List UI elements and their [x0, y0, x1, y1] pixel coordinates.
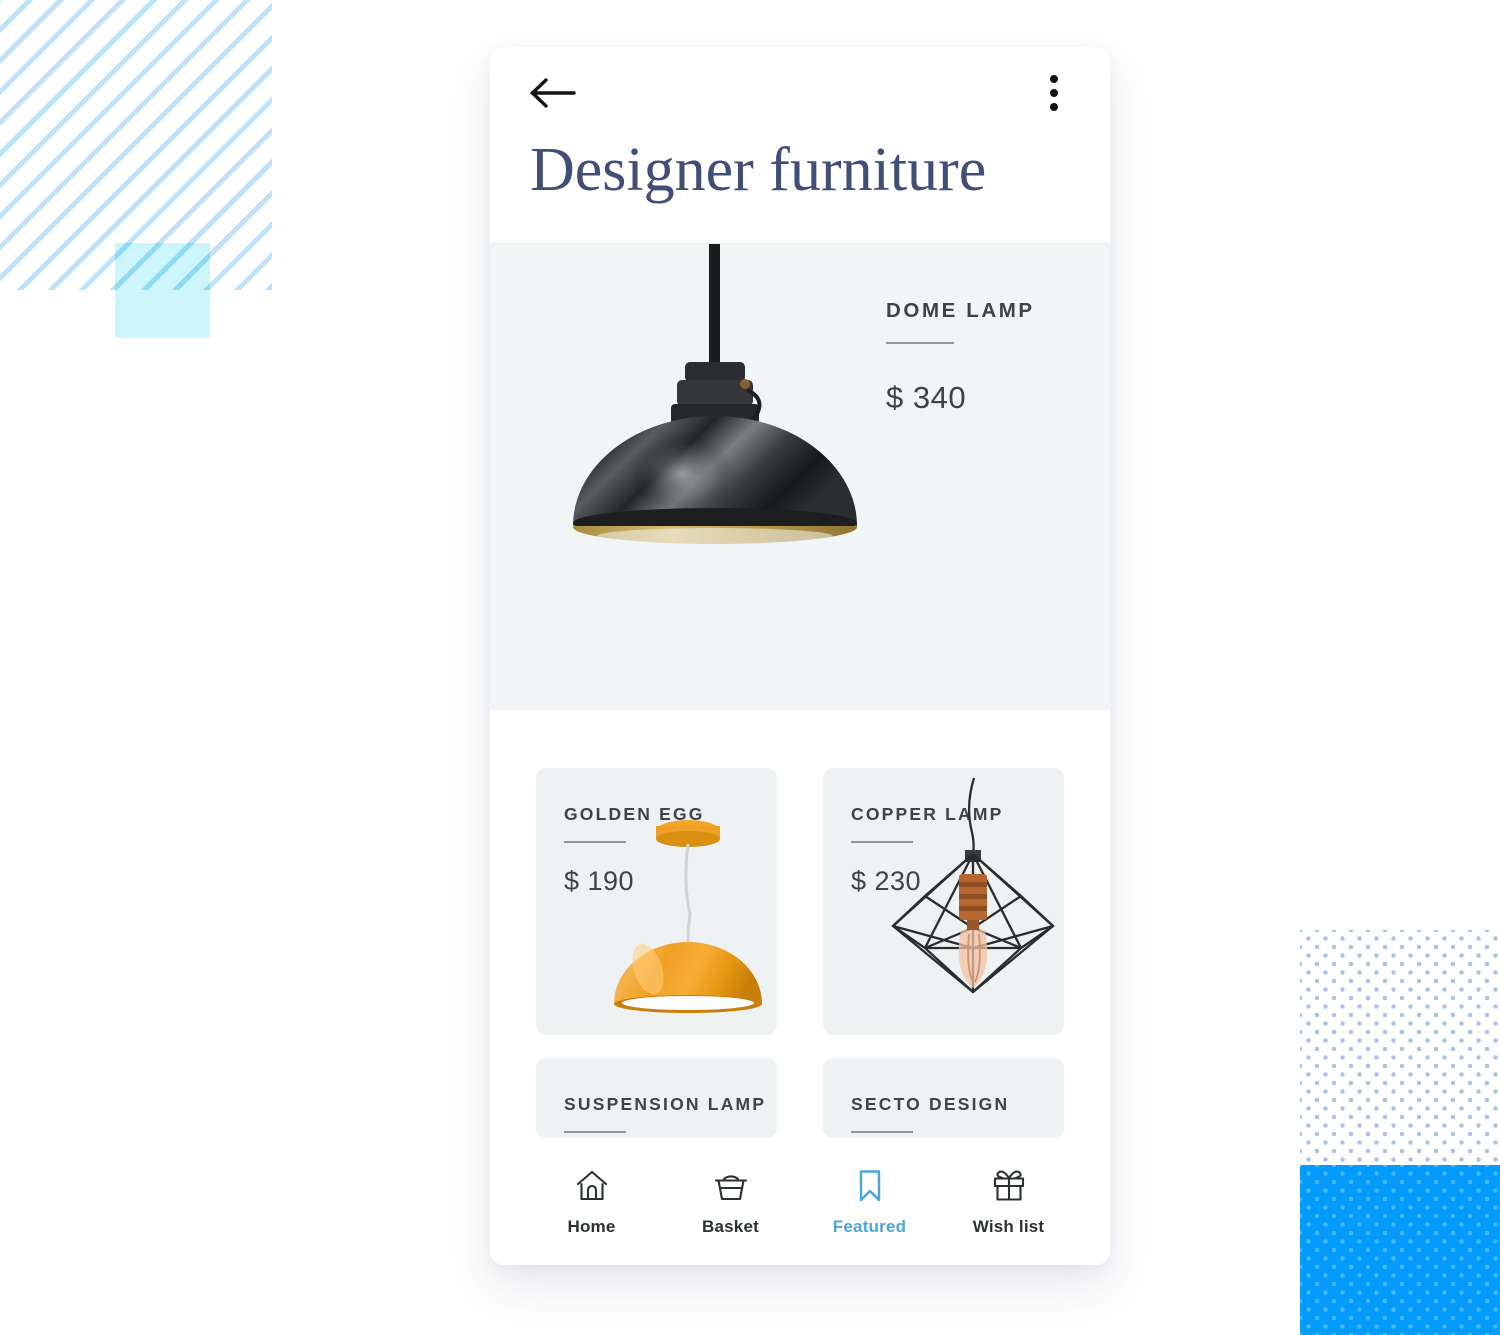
nav-label: Home [567, 1217, 616, 1236]
featured-product-hero[interactable]: DOME LAMP $ 340 [490, 243, 1110, 710]
hero-product-price: $ 340 [886, 380, 967, 415]
decorative-blue-square-dots [1300, 1165, 1500, 1335]
app-top-bar [490, 47, 1110, 139]
product-card-copper-lamp[interactable]: COPPER LAMP $ 230 [823, 768, 1064, 1035]
divider-rule [886, 342, 954, 344]
menu-dot [1050, 103, 1058, 111]
hero-product-name: DOME LAMP [886, 299, 1035, 322]
product-card-secto-design[interactable]: SECTO DESIGN [823, 1058, 1064, 1138]
menu-dot [1050, 89, 1058, 97]
divider-rule [851, 1131, 913, 1133]
bookmark-icon [859, 1170, 880, 1202]
copper-cage-lamp-image [891, 778, 1055, 994]
product-name: SECTO DESIGN [851, 1094, 1010, 1114]
product-name: SUSPENSION LAMP [564, 1094, 767, 1114]
arrow-left-icon[interactable] [530, 77, 576, 109]
home-icon [576, 1170, 607, 1201]
decorative-blue-square [1300, 1165, 1500, 1335]
golden-egg-lamp-image [614, 820, 762, 1013]
phone-screen: Designer furniture DOME LAMP $ 340 GOLDE… [490, 47, 1110, 1265]
nav-item-basket[interactable]: Basket [676, 1167, 786, 1237]
overflow-menu-icon[interactable] [1040, 69, 1068, 117]
nav-label: Featured [832, 1217, 907, 1236]
nav-label: Wish list [972, 1217, 1045, 1236]
product-card-suspension-lamp[interactable]: SUSPENSION LAMP [536, 1058, 777, 1138]
product-grid-row-2: SUSPENSION LAMP SECTO DESIGN [536, 1058, 1064, 1138]
decorative-dot-grid-pattern [1300, 930, 1500, 1175]
hero-product-info: DOME LAMP $ 340 [886, 299, 1086, 416]
nav-item-featured[interactable]: Featured [815, 1167, 925, 1237]
decorative-cyan-square-overlap [115, 243, 210, 290]
bottom-navigation-bar: Home Basket Featured Wish list [490, 1149, 1110, 1265]
nav-item-wish-list[interactable]: Wish list [954, 1167, 1064, 1237]
product-grid-row-1: GOLDEN EGG $ 190 COPPER LAMP $ 230 [536, 768, 1064, 1035]
product-card-golden-egg[interactable]: GOLDEN EGG $ 190 [536, 768, 777, 1035]
page-title-area: Designer furniture [490, 139, 1110, 243]
decorative-cyan-square [115, 243, 210, 338]
divider-rule [564, 1131, 626, 1133]
page-title: Designer furniture [530, 136, 987, 204]
nav-label: Basket [702, 1217, 759, 1236]
decorative-stripes-pattern [0, 0, 272, 290]
product-list-section: GOLDEN EGG $ 190 COPPER LAMP $ 230 SUSPE… [490, 710, 1110, 1149]
menu-dot [1050, 75, 1058, 83]
gift-icon [993, 1170, 1024, 1201]
basket-icon [714, 1175, 747, 1201]
nav-item-home[interactable]: Home [537, 1167, 647, 1237]
dome-lamp-image [573, 244, 857, 544]
